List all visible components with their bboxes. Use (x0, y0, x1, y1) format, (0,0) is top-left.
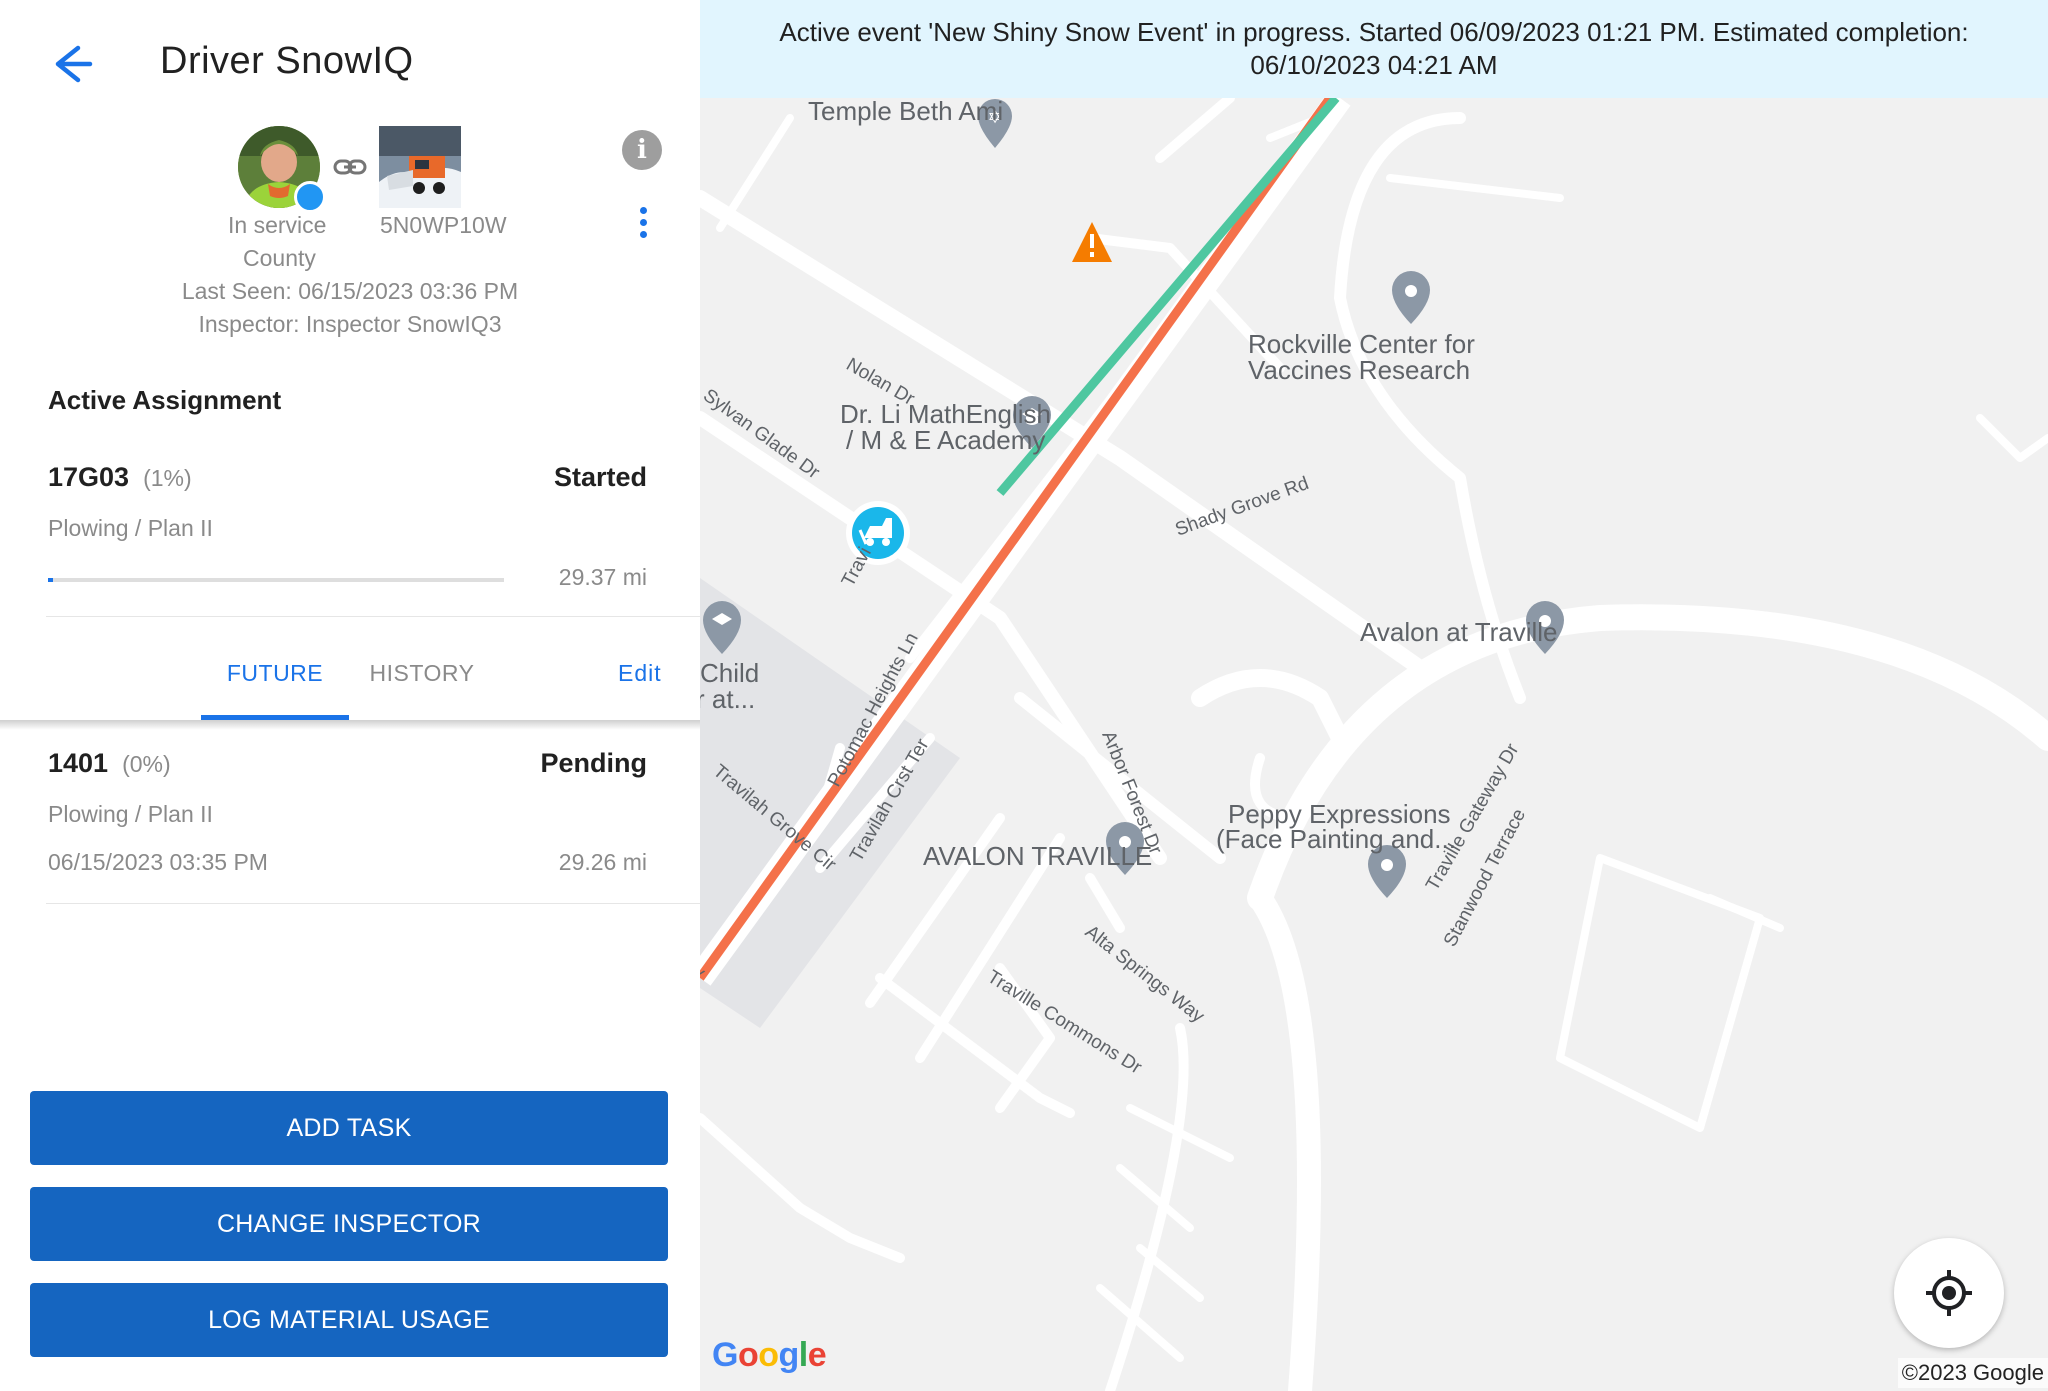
street-label: Traville Commons Dr (983, 966, 1145, 1078)
banner-line-2: 06/10/2023 04:21 AM (1250, 50, 1498, 80)
future-task-percent: (0%) (122, 751, 171, 777)
assignment-progress-bar (48, 578, 504, 582)
divider (46, 616, 700, 617)
assignment-subtitle: Plowing / Plan II (48, 515, 213, 541)
change-inspector-button[interactable]: CHANGE INSPECTOR (30, 1187, 668, 1261)
future-task-distance: 29.26 mi (558, 849, 647, 875)
back-arrow-icon[interactable] (44, 38, 100, 90)
future-task-status: Pending (540, 748, 648, 778)
online-status-dot (294, 181, 326, 213)
last-seen: Last Seen: 06/15/2023 03:36 PM (181, 278, 519, 304)
active-event-banner: Active event 'New Shiny Snow Event' in p… (700, 0, 2048, 98)
street-label: Travi (838, 544, 876, 591)
my-location-button[interactable] (1894, 1238, 2004, 1348)
list-item[interactable]: 1401 (0%) (48, 748, 171, 779)
google-logo: Google (712, 1336, 827, 1374)
driver-status: In service (228, 212, 327, 238)
map-view[interactable]: ✡ Temple Beth Ami Rockville Center for V… (700, 98, 2048, 1391)
vehicle-id: 5N0WP10W (380, 212, 507, 238)
driver-group: County (243, 245, 316, 271)
assignment-status: Started (553, 462, 647, 492)
divider (46, 903, 700, 904)
assignment-distance: 29.37 mi (558, 564, 647, 590)
place-pin-icon[interactable] (1392, 271, 1430, 324)
vehicle-photo[interactable] (379, 126, 461, 208)
banner-line-1: Active event 'New Shiny Snow Event' in p… (779, 17, 1969, 47)
driver-panel: Driver SnowIQ i In service 5N0WP10W Coun… (0, 0, 700, 1391)
tab-history[interactable]: HISTORY (357, 660, 487, 687)
map-copyright: ©2023 Google (1897, 1358, 2048, 1388)
page-title: Driver SnowIQ (160, 40, 414, 82)
place-label: / M & E Academy (846, 425, 1045, 455)
future-task-id: 1401 (48, 748, 109, 778)
assignment-name[interactable]: 17G03 (1%) (48, 462, 192, 493)
place-label: (Face Painting and... (1216, 824, 1456, 854)
info-icon[interactable]: i (622, 130, 662, 170)
tab-future[interactable]: FUTURE (201, 660, 349, 709)
future-task-subtitle: Plowing / Plan II (48, 801, 213, 827)
inspector-name: Inspector: Inspector SnowIQ3 (198, 311, 502, 337)
place-label: Temple Beth Ami (808, 98, 1003, 126)
more-options-icon[interactable] (630, 204, 656, 244)
log-material-usage-button[interactable]: LOG MATERIAL USAGE (30, 1283, 668, 1357)
assignment-percent: (1%) (143, 465, 192, 491)
place-label: Avalon at Traville (1360, 617, 1558, 647)
place-label: Vaccines Research (1248, 355, 1470, 385)
place-label: r at... (700, 684, 755, 714)
link-icon (333, 152, 367, 182)
tabs-shadow (0, 720, 700, 730)
assignment-id: 17G03 (48, 462, 130, 492)
map-canvas[interactable]: ✡ Temple Beth Ami Rockville Center for V… (700, 98, 2048, 1391)
crosshair-icon (1926, 1270, 1972, 1316)
section-heading: Active Assignment (48, 385, 282, 415)
future-task-date: 06/15/2023 03:35 PM (48, 849, 268, 875)
progress-fill (48, 578, 53, 582)
edit-button[interactable]: Edit (618, 660, 662, 687)
street-label: Alta Springs Way (1081, 921, 1209, 1027)
place-label: AVALON TRAVILLE (923, 841, 1152, 871)
add-task-button[interactable]: ADD TASK (30, 1091, 668, 1165)
